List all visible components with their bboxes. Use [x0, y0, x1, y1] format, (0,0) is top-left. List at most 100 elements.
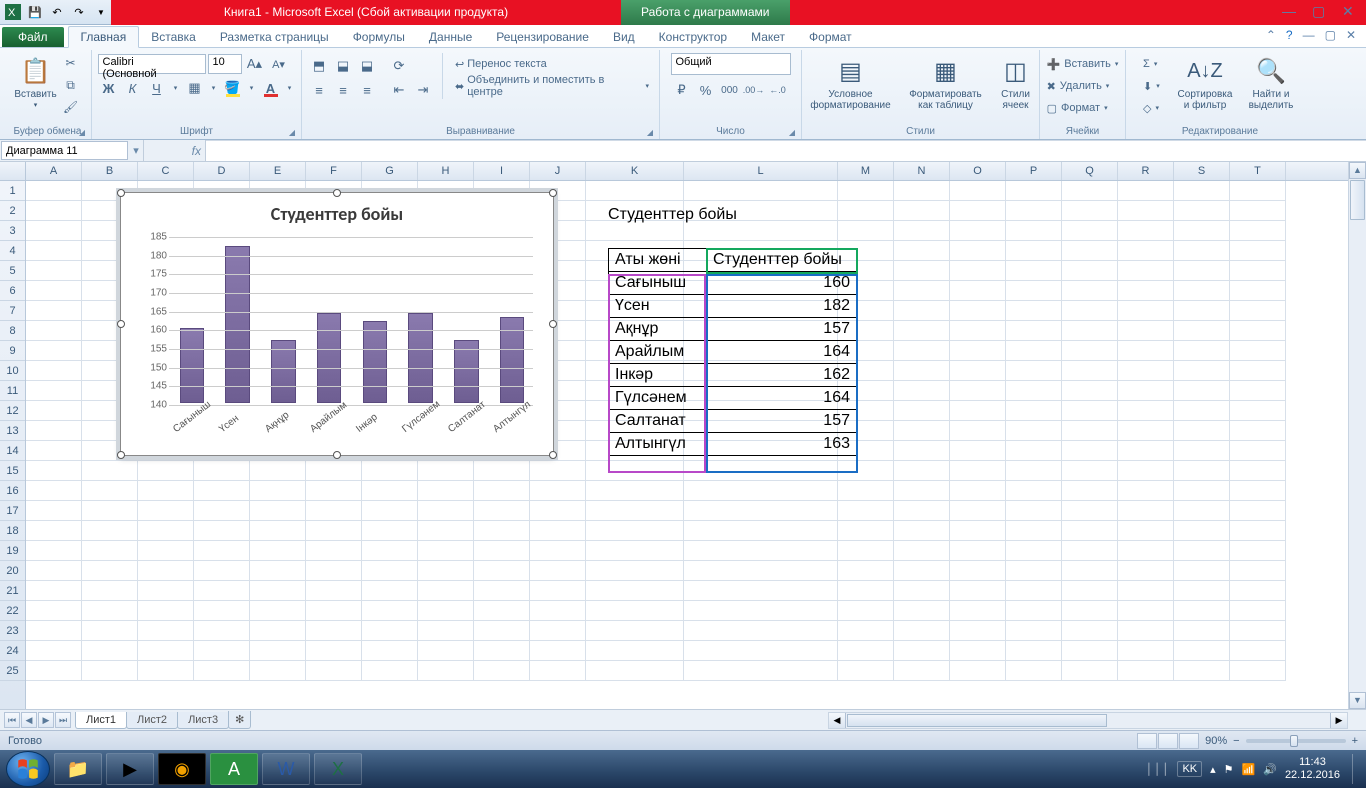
save-icon[interactable]: 💾	[25, 2, 45, 22]
row-header[interactable]: 7	[0, 301, 25, 321]
row-header[interactable]: 22	[0, 601, 25, 621]
align-middle-icon[interactable]: ⬓	[332, 55, 354, 77]
sheet-tab[interactable]: Лист3	[177, 712, 229, 729]
name-box[interactable]: Диаграмма 11	[1, 141, 128, 160]
dialog-launcher-icon[interactable]: ◢	[647, 128, 653, 137]
row-header[interactable]: 25	[0, 661, 25, 681]
scroll-down-icon[interactable]: ▼	[1349, 692, 1366, 709]
tab-Формулы[interactable]: Формулы	[341, 27, 417, 47]
row-header[interactable]: 21	[0, 581, 25, 601]
row-header[interactable]: 11	[0, 381, 25, 401]
taskbar-mediaplayer-icon[interactable]: ▶	[106, 753, 154, 785]
tab-Рецензирование[interactable]: Рецензирование	[484, 27, 601, 47]
row-header[interactable]: 2	[0, 201, 25, 221]
row-header[interactable]: 10	[0, 361, 25, 381]
dialog-launcher-icon[interactable]: ◢	[289, 128, 295, 137]
cell-styles-button[interactable]: ◫Стили ячеек	[993, 53, 1039, 113]
undo-icon[interactable]: ↶	[47, 2, 67, 22]
paste-button[interactable]: 📋 Вставить ▾	[15, 53, 57, 113]
col-header[interactable]: M	[838, 162, 894, 180]
normal-view-icon[interactable]	[1137, 733, 1157, 749]
sheet-tab[interactable]: Лист1	[75, 712, 127, 729]
font-color-dropdown-icon[interactable]: ▾	[284, 77, 296, 99]
row-header[interactable]: 1	[0, 181, 25, 201]
row-header[interactable]: 4	[0, 241, 25, 261]
taskbar-aimp-icon[interactable]: ◉	[158, 753, 206, 785]
col-header[interactable]: H	[418, 162, 474, 180]
worksheet-grid[interactable]: ABCDEFGHIJKLMNOPQRST 1234567891011121314…	[0, 162, 1366, 709]
row-header[interactable]: 3	[0, 221, 25, 241]
row-header[interactable]: 6	[0, 281, 25, 301]
column-headers[interactable]: ABCDEFGHIJKLMNOPQRST	[26, 162, 1348, 181]
taskbar-word-icon[interactable]: W	[262, 753, 310, 785]
sheet-first-icon[interactable]: ⏮	[4, 712, 20, 728]
find-select-button[interactable]: 🔍Найти и выделить	[1241, 53, 1301, 113]
show-desktop-button[interactable]	[1352, 754, 1360, 784]
decrease-indent-icon[interactable]: ⇤	[388, 79, 410, 101]
col-header[interactable]: O	[950, 162, 1006, 180]
taskbar-app-icon[interactable]: A	[210, 753, 258, 785]
format-cells-button[interactable]: ▢Формат▾	[1043, 97, 1123, 119]
decrease-decimal-icon[interactable]: ←.0	[767, 79, 789, 101]
language-indicator[interactable]: KK	[1177, 761, 1202, 777]
italic-button[interactable]: К	[122, 77, 144, 99]
tray-flag-icon[interactable]: ⚑	[1224, 763, 1234, 776]
col-header[interactable]: A	[26, 162, 82, 180]
cells-area[interactable]: Студенттер бойы Аты жөніСтуденттер бойыС…	[26, 181, 1348, 709]
sort-filter-button[interactable]: A↓ZСортировка и фильтр	[1173, 53, 1237, 113]
col-header[interactable]: S	[1174, 162, 1230, 180]
decrease-font-icon[interactable]: A▾	[268, 53, 290, 75]
fill-color-icon[interactable]: 🪣	[222, 77, 244, 99]
row-header[interactable]: 9	[0, 341, 25, 361]
row-header[interactable]: 13	[0, 421, 25, 441]
dialog-launcher-icon[interactable]: ◢	[79, 128, 85, 137]
page-break-view-icon[interactable]	[1179, 733, 1199, 749]
sheet-tab[interactable]: Лист2	[126, 712, 178, 729]
increase-font-icon[interactable]: A▴	[244, 53, 266, 75]
cut-icon[interactable]: ✂	[61, 53, 81, 73]
zoom-level[interactable]: 90%	[1205, 735, 1227, 747]
scroll-thumb[interactable]	[1350, 180, 1365, 220]
minimize-icon[interactable]: —	[1282, 3, 1300, 19]
select-all-corner[interactable]	[0, 162, 26, 181]
tab-Вид[interactable]: Вид	[601, 27, 647, 47]
col-header[interactable]: T	[1230, 162, 1286, 180]
row-header[interactable]: 15	[0, 461, 25, 481]
namebox-dropdown-icon[interactable]: ▾	[129, 140, 143, 161]
close-icon[interactable]: ✕	[1342, 3, 1360, 19]
col-header[interactable]: L	[684, 162, 838, 180]
horizontal-scrollbar[interactable]: ◀ ▶	[828, 712, 1348, 729]
tab-Данные[interactable]: Данные	[417, 27, 484, 47]
row-header[interactable]: 24	[0, 641, 25, 661]
page-layout-view-icon[interactable]	[1158, 733, 1178, 749]
fill-button[interactable]: ⬇▾	[1139, 75, 1169, 97]
increase-decimal-icon[interactable]: .00→	[743, 79, 765, 101]
excel-icon[interactable]: X	[3, 2, 23, 22]
fill-dropdown-icon[interactable]: ▾	[246, 77, 258, 99]
file-tab[interactable]: Файл	[2, 27, 64, 47]
qat-dropdown-icon[interactable]: ▼	[91, 2, 111, 22]
tab-Формат[interactable]: Формат	[797, 27, 864, 47]
font-size-select[interactable]: 10	[208, 54, 242, 74]
tray-volume-icon[interactable]: 🔊	[1263, 763, 1277, 776]
clear-button[interactable]: ◇▾	[1139, 97, 1169, 119]
merge-center-button[interactable]: ⬌Объединить и поместить в центре▾	[451, 75, 653, 97]
delete-cells-button[interactable]: ✖Удалить▾	[1043, 75, 1123, 97]
formula-input[interactable]	[206, 140, 1366, 161]
row-header[interactable]: 20	[0, 561, 25, 581]
hscroll-thumb[interactable]	[847, 714, 1107, 727]
chart-object[interactable]: Студенттер бойы 140145150155160165170175…	[120, 192, 554, 456]
increase-indent-icon[interactable]: ⇥	[412, 79, 434, 101]
col-header[interactable]: D	[194, 162, 250, 180]
doc-minimize-icon[interactable]: —	[1303, 28, 1315, 42]
minimize-ribbon-icon[interactable]: ⌃	[1266, 28, 1276, 42]
sheet-prev-icon[interactable]: ◀	[21, 712, 37, 728]
tray-network-icon[interactable]: 📶	[1242, 763, 1256, 776]
underline-dropdown-icon[interactable]: ▾	[170, 77, 182, 99]
start-button[interactable]	[6, 751, 50, 787]
col-header[interactable]: I	[474, 162, 530, 180]
row-headers[interactable]: 1234567891011121314151617181920212223242…	[0, 181, 26, 709]
scroll-left-icon[interactable]: ◀	[829, 713, 846, 728]
doc-restore-icon[interactable]: ▢	[1325, 28, 1336, 42]
help-icon[interactable]: ?	[1286, 28, 1293, 42]
